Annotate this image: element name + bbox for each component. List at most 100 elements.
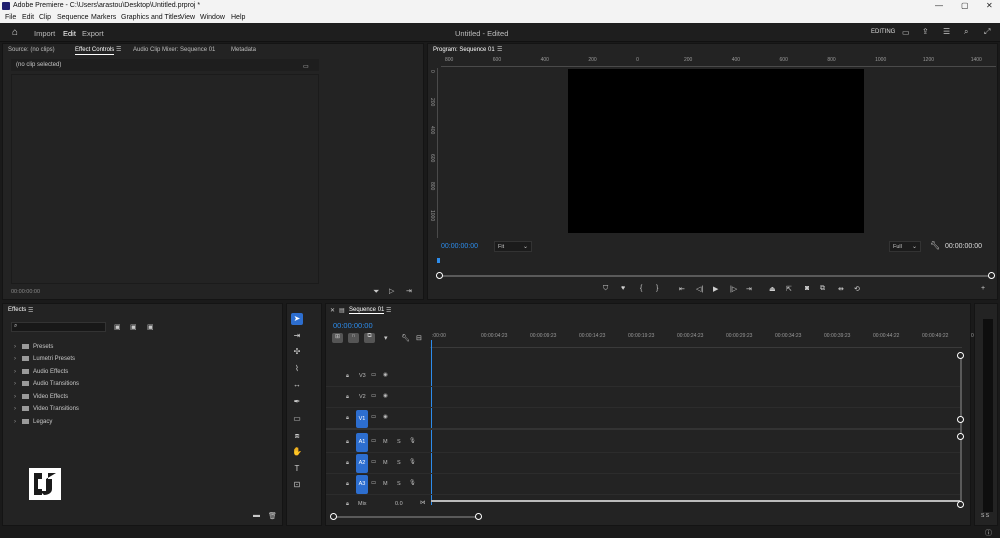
effects-search-input[interactable]: ⌕ (11, 322, 106, 332)
microphone-icon[interactable]: 🎙︎ (409, 480, 416, 486)
step-back-icon[interactable]: ◁| (696, 285, 703, 293)
comparison-view-icon[interactable]: ⧉ (820, 285, 825, 293)
playhead-marker[interactable] (437, 258, 440, 263)
vertical-scrollbar[interactable] (960, 356, 962, 506)
program-timecode[interactable]: 00:00:00:00 (441, 243, 478, 250)
selection-tool-icon[interactable]: ➤ (291, 313, 303, 325)
eye-icon[interactable]: ◉ (383, 414, 388, 420)
lock-icon[interactable]: 🔒︎ (346, 481, 349, 488)
microphone-icon[interactable]: 🎙︎ (409, 459, 416, 465)
search-icon[interactable]: ⌕ (964, 27, 968, 37)
edit-tab[interactable]: Edit (63, 29, 76, 38)
track-a1-label[interactable]: A1 (356, 433, 368, 452)
menu-help[interactable]: Help (231, 14, 245, 21)
fit-dropdown[interactable]: Fit ⌄ (494, 241, 532, 252)
eye-icon[interactable]: ◉ (383, 393, 388, 399)
mute-button[interactable]: M (383, 481, 388, 487)
linked-selection-icon[interactable]: ⧉ (364, 333, 375, 343)
effects-item[interactable]: › Lumetri Presets (14, 356, 75, 362)
import-tab[interactable]: Import (34, 29, 55, 38)
snap-icon[interactable]: ∩ (348, 333, 359, 343)
sync-lock-icon[interactable]: ▭ (371, 372, 376, 378)
close-icon[interactable]: ✕ (986, 1, 993, 10)
mute-button[interactable]: M (383, 439, 388, 445)
hand-tool-icon[interactable]: ✋ (291, 446, 303, 458)
lock-icon[interactable]: 🔒︎ (346, 460, 349, 467)
32bit-effects-icon[interactable]: ▣ (130, 323, 137, 331)
rectangle-tool-icon[interactable]: ▭ (291, 413, 303, 425)
mix-value[interactable]: 0.0 (395, 501, 403, 507)
panel-menu-icon[interactable]: ☰ (497, 46, 502, 53)
zoom-handle-right[interactable] (475, 513, 482, 520)
track-a2-label[interactable]: A2 (356, 454, 368, 473)
fullscreen-icon[interactable]: ⤢ (984, 27, 990, 37)
home-icon[interactable]: ⌂ (12, 27, 18, 38)
vscroll-handle-bottom[interactable] (957, 501, 964, 508)
menu-file[interactable]: File (5, 14, 16, 21)
workspace-label[interactable]: EDITING (871, 29, 895, 35)
mark-out-icon[interactable]: } (656, 285, 658, 292)
panel-menu-icon[interactable]: ☰ (116, 46, 121, 53)
trash-icon[interactable]: 🗑︎ (268, 512, 277, 520)
shape-tool-icon[interactable]: ⧈ (291, 430, 303, 442)
zoom-scrollbar[interactable] (439, 275, 991, 277)
menu-graphics-titles[interactable]: Graphics and Titles (121, 14, 181, 21)
razor-tool-icon[interactable]: ⌇ (291, 363, 303, 375)
share-icon[interactable]: ⇪ (922, 27, 929, 36)
scroll-handle-right[interactable] (988, 272, 995, 279)
menu-markers[interactable]: Markers (91, 14, 116, 21)
meter-solo-labels[interactable]: S S (981, 513, 989, 519)
caption-tool-icon[interactable]: ⊡ (291, 479, 303, 491)
panel-menu-icon[interactable]: ☰ (943, 27, 950, 36)
export-tab[interactable]: Export (82, 29, 104, 38)
step-forward-icon[interactable]: |▷ (730, 285, 737, 293)
sequence-tab[interactable]: Sequence 01 (349, 307, 385, 314)
lock-icon[interactable]: 🔒︎ (346, 501, 349, 508)
timeline-ruler[interactable]: :00:00 00:00:04:23 00:00:09:23 00:00:14:23 0… (430, 332, 977, 348)
lock-icon[interactable]: 🔒︎ (346, 439, 349, 446)
track-select-tool-icon[interactable]: ⇥ (291, 330, 303, 342)
add-marker-icon[interactable]: ⛉ (603, 285, 608, 293)
go-to-out-icon[interactable]: ⇥ (746, 285, 752, 293)
effects-item[interactable]: › Video Transitions (14, 406, 79, 412)
panel-menu-icon[interactable]: ☰ (28, 307, 33, 314)
slip-tool-icon[interactable]: ↔ (291, 379, 303, 391)
type-tool-icon[interactable]: T (291, 463, 303, 475)
microphone-icon[interactable]: 🎙︎ (409, 438, 416, 444)
lock-icon[interactable]: 🔒︎ (346, 415, 349, 422)
vscroll-handle-mid[interactable] (957, 416, 964, 423)
timeline-zoom-bar[interactable] (333, 516, 480, 518)
tab-source[interactable]: Source: (no clips) (8, 47, 55, 53)
close-icon[interactable]: ✕ (330, 307, 335, 314)
insert-sequence-icon[interactable]: ⊞ (332, 333, 343, 343)
sync-lock-icon[interactable]: ▭ (371, 459, 376, 465)
solo-button[interactable]: S (397, 439, 401, 445)
solo-button[interactable]: S (397, 481, 401, 487)
panel-menu-icon[interactable]: ☰ (386, 307, 391, 314)
go-to-in-icon[interactable]: ⇤ (679, 285, 685, 293)
effects-item[interactable]: › Audio Transitions (14, 381, 79, 387)
export-frame-icon[interactable]: ⇥ (406, 287, 412, 295)
ripple-edit-tool-icon[interactable]: ✣ (291, 346, 303, 358)
tab-effect-controls[interactable]: Effect Controls (75, 47, 115, 55)
sync-lock-icon[interactable]: ▭ (371, 414, 376, 420)
wrench-icon[interactable]: 🔧︎ (930, 241, 940, 250)
effects-item[interactable]: › Video Effects (14, 394, 68, 400)
eye-icon[interactable]: ◉ (383, 372, 388, 378)
yuv-effects-icon[interactable]: ▣ (147, 323, 154, 331)
accelerated-effects-icon[interactable]: ▣ (114, 323, 121, 331)
workspaces-icon[interactable]: ▭ (902, 28, 910, 37)
sync-lock-icon[interactable]: ▭ (371, 438, 376, 444)
lift-icon[interactable]: ⏏ (769, 285, 776, 293)
expand-icon[interactable]: ▭ (303, 63, 309, 70)
solo-button[interactable]: S (397, 460, 401, 466)
wrench-icon[interactable]: 🔧︎ (401, 334, 410, 342)
add-button-icon[interactable]: + (981, 285, 985, 292)
menu-window[interactable]: Window (200, 14, 225, 21)
effects-item[interactable]: › Audio Effects (14, 369, 68, 375)
camera-icon[interactable]: ◙ (805, 285, 809, 292)
sync-lock-icon[interactable]: ▭ (371, 393, 376, 399)
playback-icon[interactable]: ▷ (389, 287, 394, 295)
track-v1-label[interactable]: V1 (356, 410, 368, 428)
lock-icon[interactable]: 🔒︎ (346, 394, 349, 401)
